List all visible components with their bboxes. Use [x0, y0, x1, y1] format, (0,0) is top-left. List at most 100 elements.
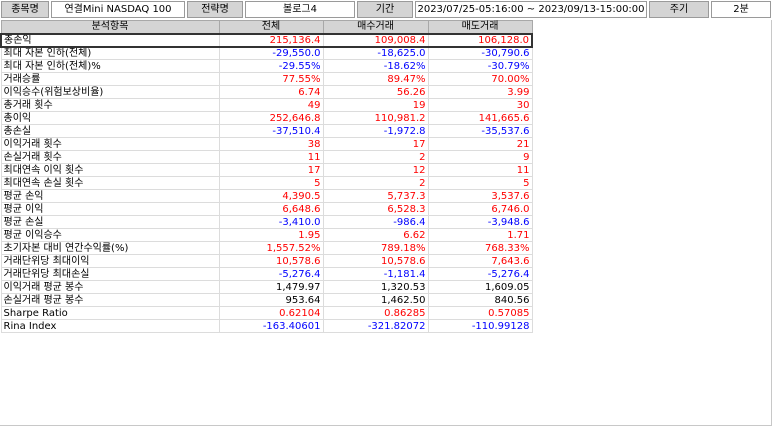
total-value: 1.95	[218, 228, 324, 242]
row-label: 총손익	[0, 32, 220, 48]
header-sell-trades[interactable]: 매도거래	[427, 20, 533, 34]
total-value: 38	[218, 137, 324, 151]
buy-value: 2	[322, 176, 429, 190]
total-value: -29.55%	[218, 59, 324, 73]
buy-value: 2	[322, 150, 429, 164]
sell-value: -30.79%	[427, 59, 533, 73]
buy-value: 110,981.2	[322, 111, 429, 125]
table-row[interactable]: 총손실 -37,510.4 -1,972.8 -35,537.6	[0, 124, 533, 138]
table-row[interactable]: 최대 자본 인하(전체)% -29.55% -18.62% -30.79%	[0, 59, 533, 73]
table-row[interactable]: Rina Index -163.40601 -321.82072 -110.99128	[0, 319, 533, 333]
analysis-table: 분석항목 전체 매수거래 매도거래 총손익 215,136.4 109,008.4 1…	[0, 20, 533, 333]
table-row[interactable]: 총손익 215,136.4 109,008.4 106,128.0	[0, 32, 533, 48]
buy-value: -1,181.4	[322, 267, 429, 281]
row-label: 평균 이익	[0, 202, 220, 216]
sell-value: -30,790.6	[427, 46, 533, 60]
sell-value: 840.56	[427, 293, 533, 307]
buy-value: -18,625.0	[322, 46, 429, 60]
cycle-field[interactable]: 2분	[711, 1, 771, 18]
table-row[interactable]: 총거래 횟수 49 19 30	[0, 98, 533, 112]
total-value: 0.62104	[218, 306, 324, 320]
row-label: 거래승률	[0, 72, 220, 86]
row-label: 최대 자본 인하(전체)%	[0, 59, 220, 73]
table-row[interactable]: 손실거래 평균 봉수 953.64 1,462.50 840.56	[0, 293, 533, 307]
sell-value: 3.99	[427, 85, 533, 99]
buy-value: 0.86285	[322, 306, 429, 320]
row-label: 총이익	[0, 111, 220, 125]
buy-value: 6.62	[322, 228, 429, 242]
buy-value: 109,008.4	[322, 32, 429, 48]
sell-value: -3,948.6	[427, 215, 533, 229]
row-label: 이익승수(위험보상비율)	[0, 85, 220, 99]
table-row[interactable]: 최대 자본 인하(전체) -29,550.0 -18,625.0 -30,790.6	[0, 46, 533, 60]
total-value: 10,578.6	[218, 254, 324, 268]
row-label: 초기자본 대비 연간수익률(%)	[0, 241, 220, 255]
buy-value: -986.4	[322, 215, 429, 229]
table-row[interactable]: 손실거래 횟수 11 2 9	[0, 150, 533, 164]
total-value: 49	[218, 98, 324, 112]
sell-value: 21	[427, 137, 533, 151]
buy-value: 89.47%	[322, 72, 429, 86]
table-row[interactable]: 이익거래 평균 봉수 1,479.97 1,320.53 1,609.05	[0, 280, 533, 294]
table-row[interactable]: 평균 이익승수 1.95 6.62 1.71	[0, 228, 533, 242]
total-value: 1,479.97	[218, 280, 324, 294]
row-label: 손실거래 횟수	[0, 150, 220, 164]
total-value: 5	[218, 176, 324, 190]
symbol-field[interactable]: 연결Mini NASDAQ 100	[51, 1, 185, 18]
sell-value: 3,537.6	[427, 189, 533, 203]
table-row[interactable]: 평균 손실 -3,410.0 -986.4 -3,948.6	[0, 215, 533, 229]
sell-value: 70.00%	[427, 72, 533, 86]
table-row[interactable]: 초기자본 대비 연간수익률(%) 1,557.52% 789.18% 768.33%	[0, 241, 533, 255]
header-analysis-item[interactable]: 분석항목	[0, 20, 220, 34]
table-row[interactable]: 최대연속 손실 횟수 5 2 5	[0, 176, 533, 190]
table-row[interactable]: 최대연속 이익 횟수 17 12 11	[0, 163, 533, 177]
table-row[interactable]: 이익승수(위험보상비율) 6.74 56.26 3.99	[0, 85, 533, 99]
buy-value: 19	[322, 98, 429, 112]
header-total[interactable]: 전체	[218, 20, 324, 34]
sell-value: 30	[427, 98, 533, 112]
total-value: 77.55%	[218, 72, 324, 86]
table-row[interactable]: 총이익 252,646.8 110,981.2 141,665.6	[0, 111, 533, 125]
sell-value: 6,746.0	[427, 202, 533, 216]
table-row[interactable]: 거래단위당 최대손실 -5,276.4 -1,181.4 -5,276.4	[0, 267, 533, 281]
buy-value: 5,737.3	[322, 189, 429, 203]
sell-value: 1,609.05	[427, 280, 533, 294]
sell-value: -35,537.6	[427, 124, 533, 138]
total-value: 252,646.8	[218, 111, 324, 125]
row-label: Rina Index	[0, 319, 220, 333]
header-buy-trades[interactable]: 매수거래	[322, 20, 429, 34]
strategy-label: 전략명	[187, 1, 243, 18]
symbol-label: 종목명	[1, 1, 49, 18]
sell-value: 768.33%	[427, 241, 533, 255]
strategy-field[interactable]: 볼로그4	[245, 1, 355, 18]
row-label: 최대 자본 인하(전체)	[0, 46, 220, 60]
total-value: 6.74	[218, 85, 324, 99]
total-value: 17	[218, 163, 324, 177]
buy-value: 789.18%	[322, 241, 429, 255]
buy-value: 10,578.6	[322, 254, 429, 268]
period-label: 기간	[357, 1, 413, 18]
period-field[interactable]: 2023/07/25-05:16:00 ~ 2023/09/13-15:00:0…	[415, 1, 647, 18]
table-row[interactable]: Sharpe Ratio 0.62104 0.86285 0.57085	[0, 306, 533, 320]
row-label: 거래단위당 최대이익	[0, 254, 220, 268]
cycle-label: 주기	[649, 1, 709, 18]
table-header-row: 분석항목 전체 매수거래 매도거래	[0, 20, 533, 34]
buy-value: 12	[322, 163, 429, 177]
total-value: -5,276.4	[218, 267, 324, 281]
row-label: 최대연속 손실 횟수	[0, 176, 220, 190]
sell-value: 11	[427, 163, 533, 177]
row-label: 손실거래 평균 봉수	[0, 293, 220, 307]
table-row[interactable]: 거래승률 77.55% 89.47% 70.00%	[0, 72, 533, 86]
row-label: Sharpe Ratio	[0, 306, 220, 320]
sell-value: -110.99128	[427, 319, 533, 333]
table-row[interactable]: 평균 손익 4,390.5 5,737.3 3,537.6	[0, 189, 533, 203]
buy-value: 1,462.50	[322, 293, 429, 307]
sell-value: 106,128.0	[427, 32, 533, 48]
table-row[interactable]: 이익거래 횟수 38 17 21	[0, 137, 533, 151]
total-value: 4,390.5	[218, 189, 324, 203]
total-value: 11	[218, 150, 324, 164]
table-row[interactable]: 거래단위당 최대이익 10,578.6 10,578.6 7,643.6	[0, 254, 533, 268]
total-value: -163.40601	[218, 319, 324, 333]
table-row[interactable]: 평균 이익 6,648.6 6,528.3 6,746.0	[0, 202, 533, 216]
row-label: 최대연속 이익 횟수	[0, 163, 220, 177]
